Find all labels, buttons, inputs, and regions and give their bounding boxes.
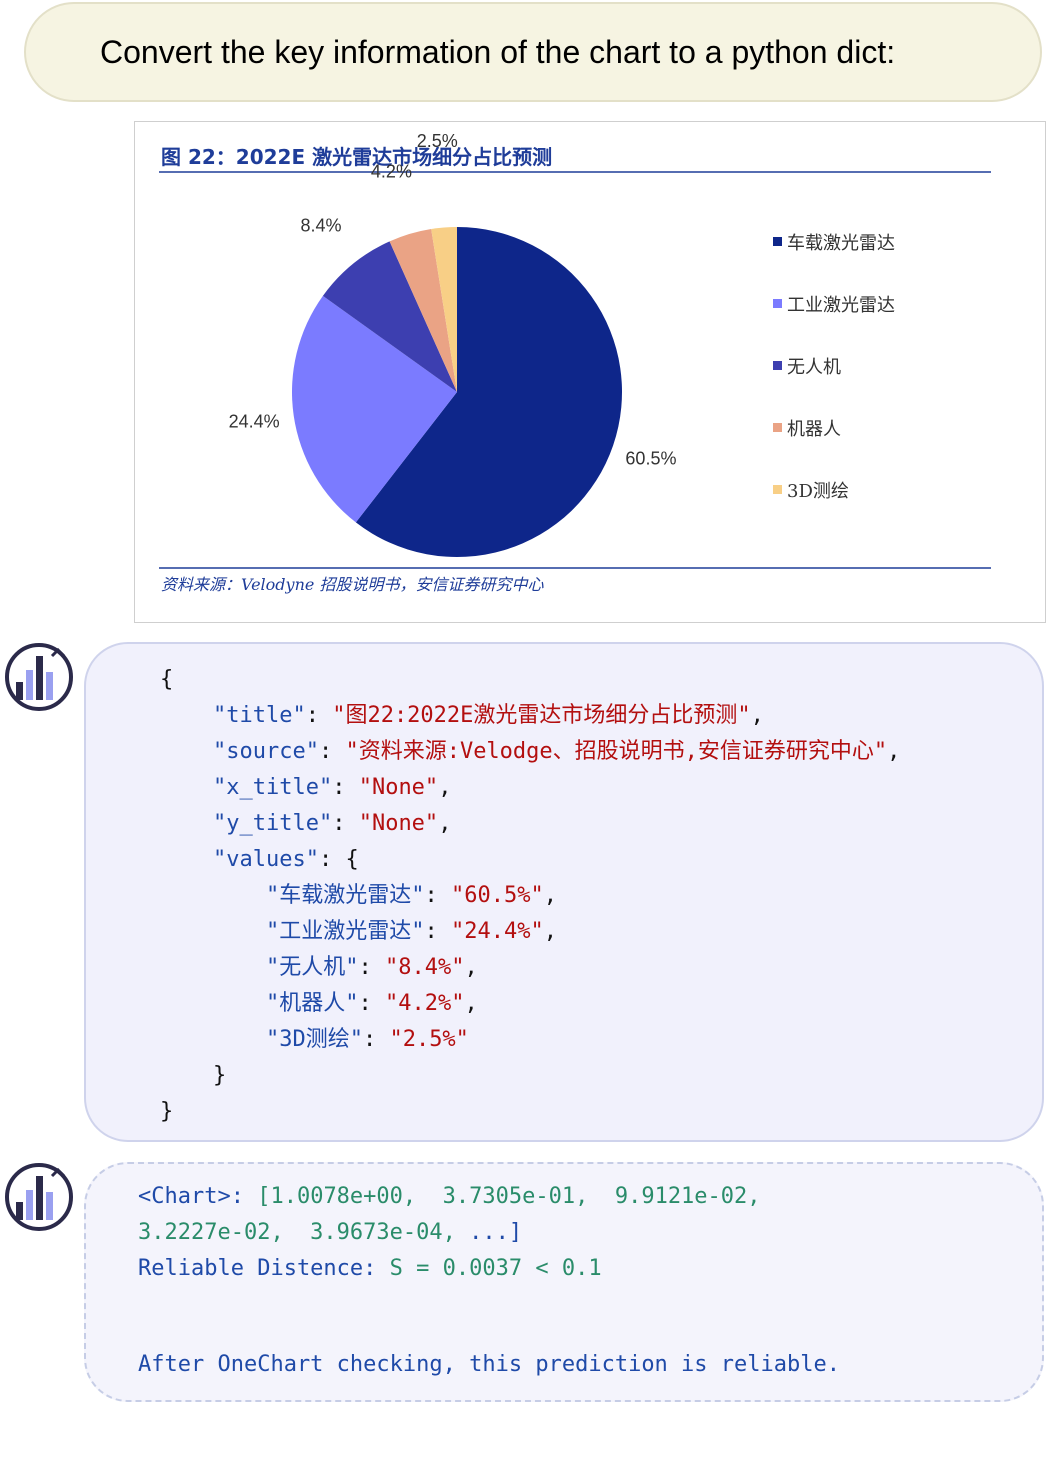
- slice-label-2: 8.4%: [300, 215, 341, 235]
- title-key: "title": [212, 703, 306, 728]
- distance-value: S = 0.0037 < 0.1: [389, 1256, 602, 1281]
- legend-swatch-2: [773, 361, 782, 370]
- pie-slices: [291, 227, 622, 557]
- item-sep: ,: [543, 919, 557, 944]
- open-brace: {: [160, 667, 174, 692]
- values-close-brace: }: [212, 1063, 227, 1088]
- item-sep: ,: [543, 883, 557, 908]
- prompt-bubble: Convert the key information of the chart…: [24, 2, 1042, 102]
- chart-vector-line-2: 3.2227e-02, 3.9673e-04, ...]: [138, 1220, 522, 1245]
- item-key: "机器人": [265, 991, 359, 1016]
- item-key: "无人机": [265, 955, 359, 980]
- legend-label-0: 车载激光雷达: [787, 233, 895, 254]
- legend-swatch-0: [773, 237, 782, 246]
- chart-tag: <Chart>:: [138, 1184, 244, 1209]
- pie-chart: 图 22：2022E 激光雷达市场细分占比预测 资料来源：Velodyne 招股…: [159, 131, 991, 594]
- legend-label-2: 无人机: [787, 357, 841, 378]
- slice-label-1: 24.4%: [229, 412, 280, 432]
- vector-ellipsis: ...]: [455, 1220, 523, 1245]
- slice-label-0: 60.5%: [625, 448, 676, 468]
- item-sep: ,: [464, 955, 478, 980]
- chart-vector-line-1: <Chart>: [1.0078e+00, 3.7305e-01, 9.9121…: [138, 1184, 761, 1209]
- values-open-brace: {: [345, 847, 359, 872]
- item-key: "车载激光雷达": [265, 883, 425, 908]
- answer-bubble: { "title": "图22:2022E激光雷达市场细分占比预测", "sou…: [84, 642, 1044, 1142]
- onechart-logo-icon: [5, 643, 73, 711]
- assistant-avatar: [4, 1162, 74, 1232]
- item-sep: ,: [464, 991, 478, 1016]
- chart-image: 图 22：2022E 激光雷达市场细分占比预测 资料来源：Velodyne 招股…: [134, 121, 1046, 623]
- item-value: "4.2%": [384, 991, 465, 1016]
- slice-label-3: 4.2%: [371, 162, 412, 182]
- close-brace: }: [160, 1099, 174, 1124]
- source-key: "source": [212, 739, 319, 764]
- distance-label: Reliable Distence:: [138, 1256, 390, 1281]
- check-bubble: <Chart>: [1.0078e+00, 3.7305e-01, 9.9121…: [84, 1162, 1044, 1402]
- verdict: After OneChart checking, this prediction…: [138, 1352, 840, 1377]
- legend-swatch-1: [773, 299, 782, 308]
- vector-values-2: 3.2227e-02, 3.9673e-04,: [138, 1220, 456, 1245]
- item-value: "60.5%": [450, 883, 544, 908]
- python-dict-output: { "title": "图22:2022E激光雷达市场细分占比预测", "sou…: [160, 667, 901, 1124]
- slice-label-4: 2.5%: [417, 131, 458, 151]
- legend-swatch-4: [773, 485, 782, 494]
- title-value: "图22:2022E激光雷达市场细分占比预测": [332, 703, 751, 728]
- x-title-key: "x_title": [212, 775, 333, 800]
- values-key: "values": [212, 847, 319, 872]
- chart-source: 资料来源：Velodyne 招股说明书，安信证券研究中心: [161, 575, 544, 594]
- item-value: "2.5%": [389, 1027, 469, 1052]
- legend: 车载激光雷达工业激光雷达无人机机器人 3D测绘: [773, 233, 895, 502]
- vector-values-1: [1.0078e+00, 3.7305e-01, 9.9121e-02,: [243, 1184, 761, 1209]
- legend-label-1: 工业激光雷达: [787, 295, 895, 316]
- chart-title: 图 22：2022E 激光雷达市场细分占比预测: [161, 145, 552, 169]
- assistant-avatar: [4, 642, 74, 712]
- item-value: "8.4%": [384, 955, 465, 980]
- source-value: "资料来源:Velodge、招股说明书,安信证券研究中心": [345, 739, 888, 764]
- prompt-text: Convert the key information of the chart…: [100, 34, 896, 70]
- y-title-key: "y_title": [212, 811, 333, 836]
- item-key: "3D测绘": [265, 1027, 363, 1052]
- y-title-value: "None": [358, 811, 439, 836]
- legend-label-3: 机器人: [787, 419, 841, 440]
- legend-label-4: 3D测绘: [787, 481, 849, 502]
- onechart-logo-icon: [5, 1163, 73, 1231]
- item-key: "工业激光雷达": [265, 919, 425, 944]
- legend-swatch-3: [773, 423, 782, 432]
- item-value: "24.4%": [450, 919, 544, 944]
- reliable-distance: Reliable Distence: S = 0.0037 < 0.1: [138, 1256, 602, 1281]
- x-title-value: "None": [358, 775, 439, 800]
